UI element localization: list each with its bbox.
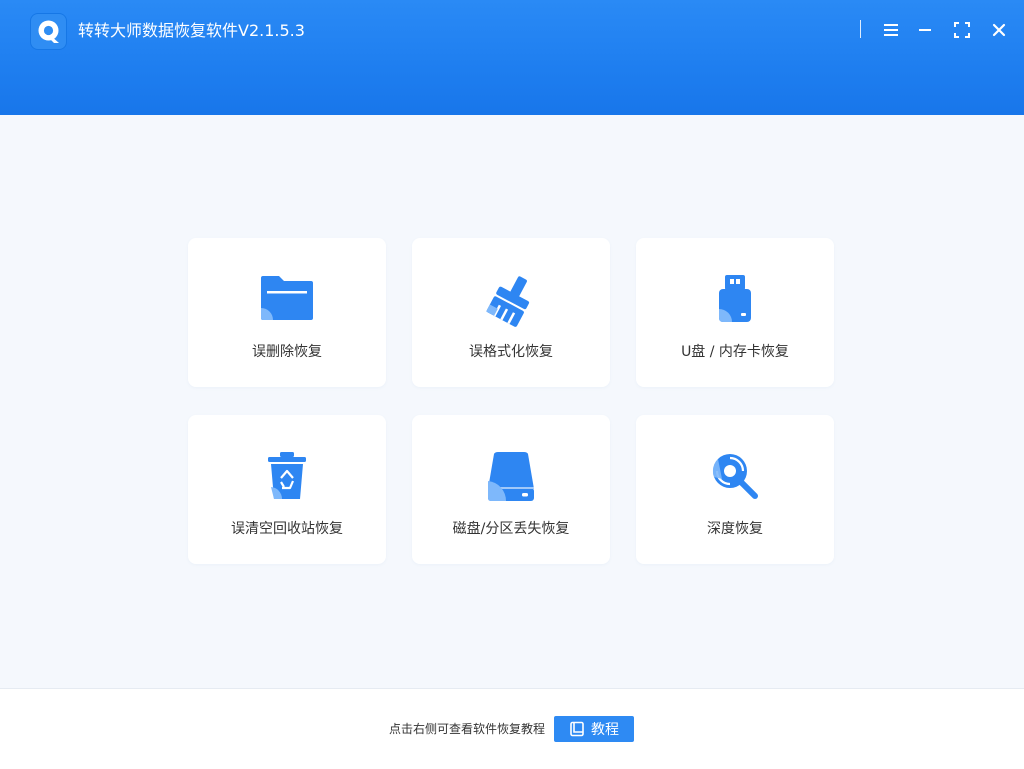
recycle-bin-icon (268, 452, 306, 499)
close-icon (992, 23, 1006, 37)
minimize-icon (919, 29, 931, 31)
folder-icon (261, 276, 313, 320)
book-icon (570, 721, 584, 737)
tutorial-hint: 点击右侧可查看软件恢复教程 (389, 722, 546, 736)
mode-label: 误删除恢复 (252, 344, 322, 360)
title-bar: 转转大师数据恢复软件V2.1.5.3 (0, 0, 1024, 115)
mode-label: 深度恢复 (707, 521, 763, 537)
deep-scan-icon (712, 454, 758, 499)
mode-card-deleted[interactable]: 误删除恢复 (188, 238, 386, 387)
usb-drive-icon (719, 275, 751, 322)
mode-card-recycle-bin[interactable]: 误清空回收站恢复 (188, 415, 386, 564)
mode-card-format[interactable]: 误格式化恢复 (412, 238, 610, 387)
minimize-button[interactable] (914, 17, 936, 43)
mode-label: 磁盘/分区丢失恢复 (452, 521, 570, 537)
tutorial-label: 教程 (591, 722, 619, 738)
mode-label: 误清空回收站恢复 (231, 521, 343, 537)
mode-card-usb[interactable]: U盘 / 内存卡恢复 (636, 238, 834, 387)
app-title: 转转大师数据恢复软件V2.1.5.3 (78, 21, 305, 40)
maximize-button[interactable] (951, 17, 973, 43)
footer-bar: 点击右侧可查看软件恢复教程 教程 (0, 688, 1024, 769)
menu-button[interactable] (880, 17, 902, 43)
mode-card-disk-partition[interactable]: 磁盘/分区丢失恢复 (412, 415, 610, 564)
menu-icon (884, 24, 898, 36)
title-bar-divider (860, 20, 861, 38)
close-button[interactable] (988, 17, 1010, 43)
hard-disk-icon (488, 452, 534, 501)
broom-icon (486, 276, 530, 327)
tutorial-button[interactable]: 教程 (554, 716, 634, 742)
maximize-icon (954, 22, 970, 38)
mode-label: 误格式化恢复 (469, 344, 553, 360)
mode-label: U盘 / 内存卡恢复 (681, 344, 789, 360)
mode-card-deep-scan[interactable]: 深度恢复 (636, 415, 834, 564)
q-logo-icon (30, 13, 67, 50)
